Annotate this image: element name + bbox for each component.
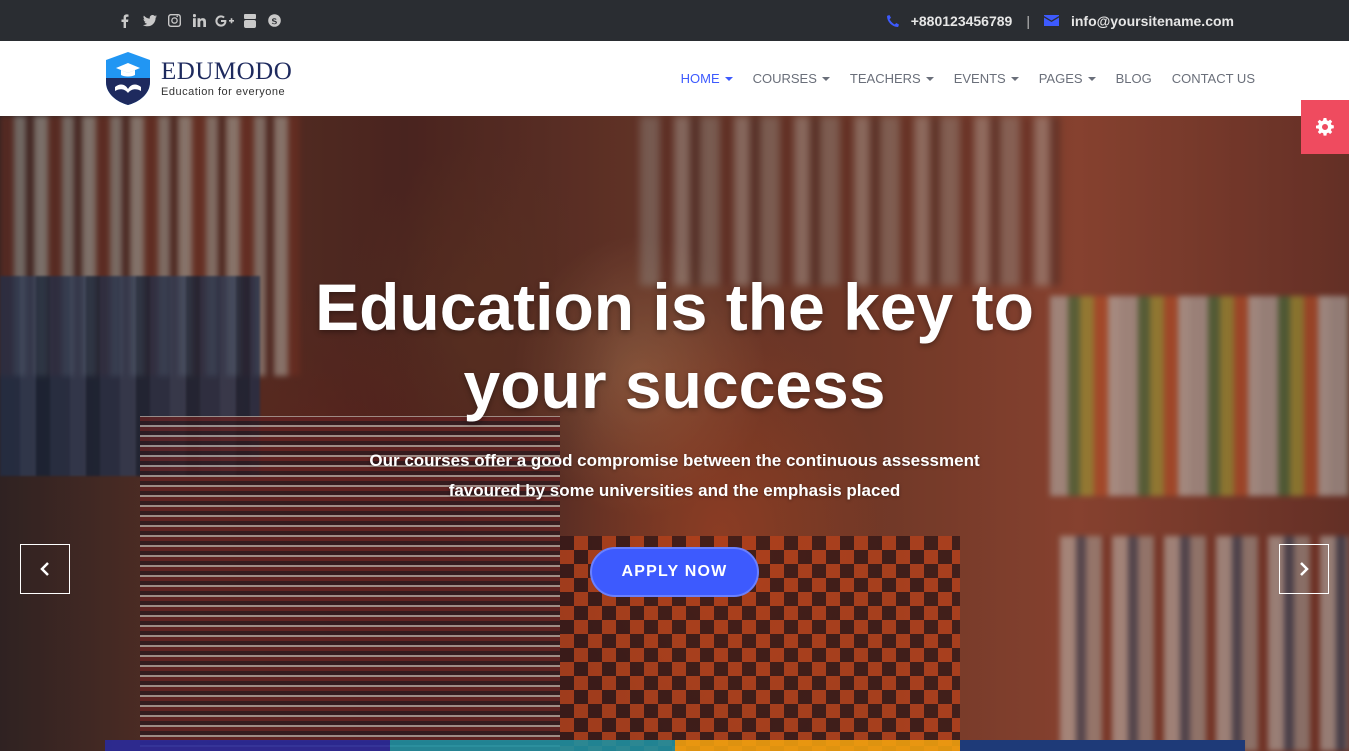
google-plus-icon[interactable] — [212, 0, 237, 41]
site-header: EDUMODO Education for everyone HOME COUR… — [0, 41, 1349, 116]
nav-label: BLOG — [1115, 71, 1152, 86]
hero-subtitle: Our courses offer a good compromise betw… — [0, 446, 1349, 506]
nav-label: HOME — [680, 71, 720, 86]
logo-shield-icon — [106, 52, 150, 105]
feature-strip-segment — [390, 740, 675, 751]
nav-item-blog[interactable]: BLOG — [1116, 71, 1152, 86]
nav-item-contact-us[interactable]: CONTACT US — [1172, 71, 1255, 86]
slider-next-button[interactable] — [1279, 544, 1329, 594]
separator: | — [1026, 12, 1030, 29]
logo[interactable]: EDUMODO Education for everyone — [106, 52, 292, 105]
linkedin-icon[interactable] — [187, 0, 212, 41]
chevron-left-icon — [40, 562, 49, 576]
hero-subtitle-line-1: Our courses offer a good compromise betw… — [369, 451, 980, 470]
nav-label: CONTACT US — [1171, 71, 1255, 86]
nav-item-teachers[interactable]: TEACHERS — [850, 71, 934, 86]
twitter-icon[interactable] — [137, 0, 162, 41]
nav-item-events[interactable]: EVENTS — [954, 71, 1019, 86]
skype-icon[interactable] — [262, 0, 287, 41]
settings-toggle-button[interactable] — [1301, 100, 1349, 154]
email-address[interactable]: info@yoursitename.com — [1071, 13, 1234, 29]
nav-label: EVENTS — [953, 71, 1006, 86]
logo-name: EDUMODO — [161, 58, 293, 85]
slider-prev-button[interactable] — [20, 544, 70, 594]
caret-down-icon — [1010, 77, 1019, 81]
hero-title-line-2: your success — [463, 348, 886, 422]
apply-now-button[interactable]: APPLY NOW — [590, 547, 759, 597]
hero-title: Education is the key to your success — [0, 268, 1349, 424]
envelope-icon — [1043, 15, 1059, 26]
nav-item-home[interactable]: HOME — [681, 71, 733, 86]
hero-background-image — [0, 116, 1349, 751]
nav-item-courses[interactable]: COURSES — [753, 71, 830, 86]
contact-info: +880123456789 | info@yoursitename.com — [886, 0, 1234, 41]
nav-label: COURSES — [752, 71, 817, 86]
feature-strip — [105, 740, 1245, 751]
feature-strip-segment — [960, 740, 1245, 751]
hero-title-line-1: Education is the key to — [315, 270, 1034, 344]
gear-icon — [1316, 118, 1334, 136]
hero-slider: Education is the key to your success Our… — [0, 116, 1349, 751]
social-links — [112, 0, 287, 41]
hero-subtitle-line-2: favoured by some universities and the em… — [448, 481, 901, 500]
caret-down-icon — [724, 77, 733, 81]
caret-down-icon — [1087, 77, 1096, 81]
phone-icon — [886, 14, 899, 27]
main-nav: HOME COURSES TEACHERS EVENTS PAGES BLOG … — [661, 41, 1255, 116]
nav-label: PAGES — [1038, 71, 1083, 86]
phone-number[interactable]: +880123456789 — [911, 13, 1013, 29]
facebook-icon[interactable] — [112, 0, 137, 41]
logo-tagline: Education for everyone — [161, 86, 286, 98]
caret-down-icon — [821, 77, 830, 81]
feature-strip-segment — [675, 740, 960, 751]
youtube-icon[interactable] — [237, 0, 262, 41]
caret-down-icon — [925, 77, 934, 81]
chevron-right-icon — [1300, 562, 1309, 576]
nav-label: TEACHERS — [849, 71, 921, 86]
feature-strip-segment — [105, 740, 390, 751]
top-bar: +880123456789 | info@yoursitename.com — [0, 0, 1349, 41]
nav-item-pages[interactable]: PAGES — [1039, 71, 1096, 86]
instagram-icon[interactable] — [162, 0, 187, 41]
